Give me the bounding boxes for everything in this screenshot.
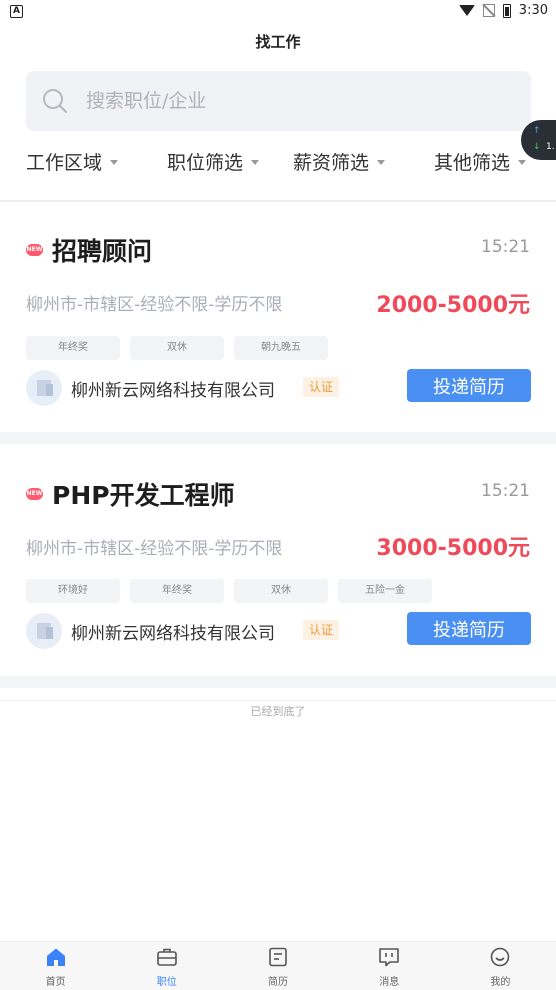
filter-bar: 工作区域 职位筛选 薪资筛选 其他筛选	[26, 148, 536, 182]
job-tag: 五险一金	[338, 579, 432, 603]
arrow-up-icon: ↑	[533, 126, 541, 136]
job-header: NEW 招聘顾问	[26, 232, 152, 268]
job-meta: 柳州市-市辖区-经验不限-学历不限	[26, 539, 283, 559]
job-time: 15:21	[481, 237, 530, 257]
job-tags: 年终奖 双休 朝九晚五	[26, 336, 328, 360]
page-title: 找工作	[255, 33, 301, 51]
cert-badge: 认证	[303, 620, 339, 640]
filter-work-area[interactable]: 工作区域	[26, 148, 119, 175]
nav-label: 消息	[379, 977, 400, 988]
notification-icon: A	[10, 5, 23, 18]
caret-down-icon	[110, 160, 119, 165]
job-tags: 环境好 年终奖 双休 五险一金	[26, 579, 432, 603]
filter-position[interactable]: 职位筛选	[167, 148, 260, 175]
battery-icon	[502, 3, 511, 18]
caret-down-icon	[377, 160, 386, 165]
nav-item-resume[interactable]: 简历	[222, 942, 333, 990]
job-time: 15:21	[481, 481, 530, 501]
caret-down-icon	[518, 160, 527, 165]
job-tag: 年终奖	[26, 336, 120, 360]
briefcase-icon	[156, 948, 177, 966]
nav-label: 职位	[156, 977, 177, 988]
wifi-icon	[458, 5, 475, 16]
job-tag: 双休	[234, 579, 328, 603]
nav-label: 简历	[268, 977, 288, 988]
job-tag: 环境好	[26, 579, 120, 603]
company-row: 柳州新云网络科技有限公司 认证 投递简历	[26, 612, 531, 650]
caret-down-icon	[251, 160, 260, 165]
section-gap	[0, 676, 556, 688]
new-badge-icon: NEW	[26, 244, 43, 256]
job-meta: 柳州市-市辖区-经验不限-学历不限	[26, 295, 283, 315]
filter-salary[interactable]: 薪资筛选	[293, 148, 386, 175]
nav-item-messages[interactable]: 消息	[334, 942, 445, 990]
nav-label: 我的	[490, 977, 511, 988]
job-tag: 双休	[130, 336, 224, 360]
end-divider	[0, 700, 556, 701]
search-box[interactable]	[26, 71, 531, 131]
company-building-icon	[26, 370, 62, 406]
filter-label: 工作区域	[26, 152, 103, 174]
bottom-nav: 首页 职位 简历 消息 我的	[0, 941, 556, 990]
profile-icon	[491, 947, 510, 967]
no-signal-icon	[482, 4, 495, 17]
apply-resume-button[interactable]: 投递简历	[407, 369, 531, 402]
message-icon	[379, 948, 400, 967]
job-tag: 朝九晚五	[234, 336, 328, 360]
nav-item-jobs[interactable]: 职位	[111, 942, 222, 990]
company-row: 柳州新云网络科技有限公司 认证 投递简历	[26, 369, 531, 407]
filter-label: 薪资筛选	[293, 152, 370, 174]
section-gap	[0, 432, 556, 444]
job-salary: 2000-5000元	[376, 293, 530, 318]
job-header: NEW PHP开发工程师	[26, 476, 235, 512]
new-badge-icon: NEW	[26, 488, 43, 500]
status-time: 3:30	[518, 3, 548, 18]
search-icon	[43, 89, 67, 113]
resume-icon	[269, 947, 287, 967]
search-input[interactable]	[86, 71, 506, 131]
job-title: 招聘顾问	[52, 237, 153, 266]
filter-label: 其他筛选	[434, 152, 511, 174]
job-title: PHP开发工程师	[52, 481, 235, 510]
job-card[interactable]: NEW PHP开发工程师 15:21 柳州市-市辖区-经验不限-学历不限 300…	[0, 444, 556, 676]
status-bar: A 3:30	[0, 0, 556, 24]
company-name: 柳州新云网络科技有限公司	[71, 381, 275, 401]
status-icons: 3:30	[458, 3, 548, 18]
company-building-icon	[26, 613, 62, 649]
filter-label: 职位筛选	[167, 152, 244, 174]
nav-item-profile[interactable]: 我的	[445, 942, 556, 990]
job-card[interactable]: NEW 招聘顾问 15:21 柳州市-市辖区-经验不限-学历不限 2000-50…	[0, 202, 556, 432]
job-salary: 3000-5000元	[376, 536, 530, 561]
filter-other[interactable]: 其他筛选	[434, 148, 527, 175]
job-tag: 年终奖	[130, 579, 224, 603]
cert-badge: 认证	[303, 377, 339, 397]
nav-label: 首页	[45, 977, 66, 988]
nav-item-home[interactable]: 首页	[0, 942, 111, 990]
apply-resume-button[interactable]: 投递简历	[407, 612, 531, 645]
company-name: 柳州新云网络科技有限公司	[71, 624, 275, 644]
list-end-text: 已经到底了	[250, 705, 306, 718]
home-icon	[46, 948, 65, 966]
download-value: 1.	[546, 142, 555, 152]
